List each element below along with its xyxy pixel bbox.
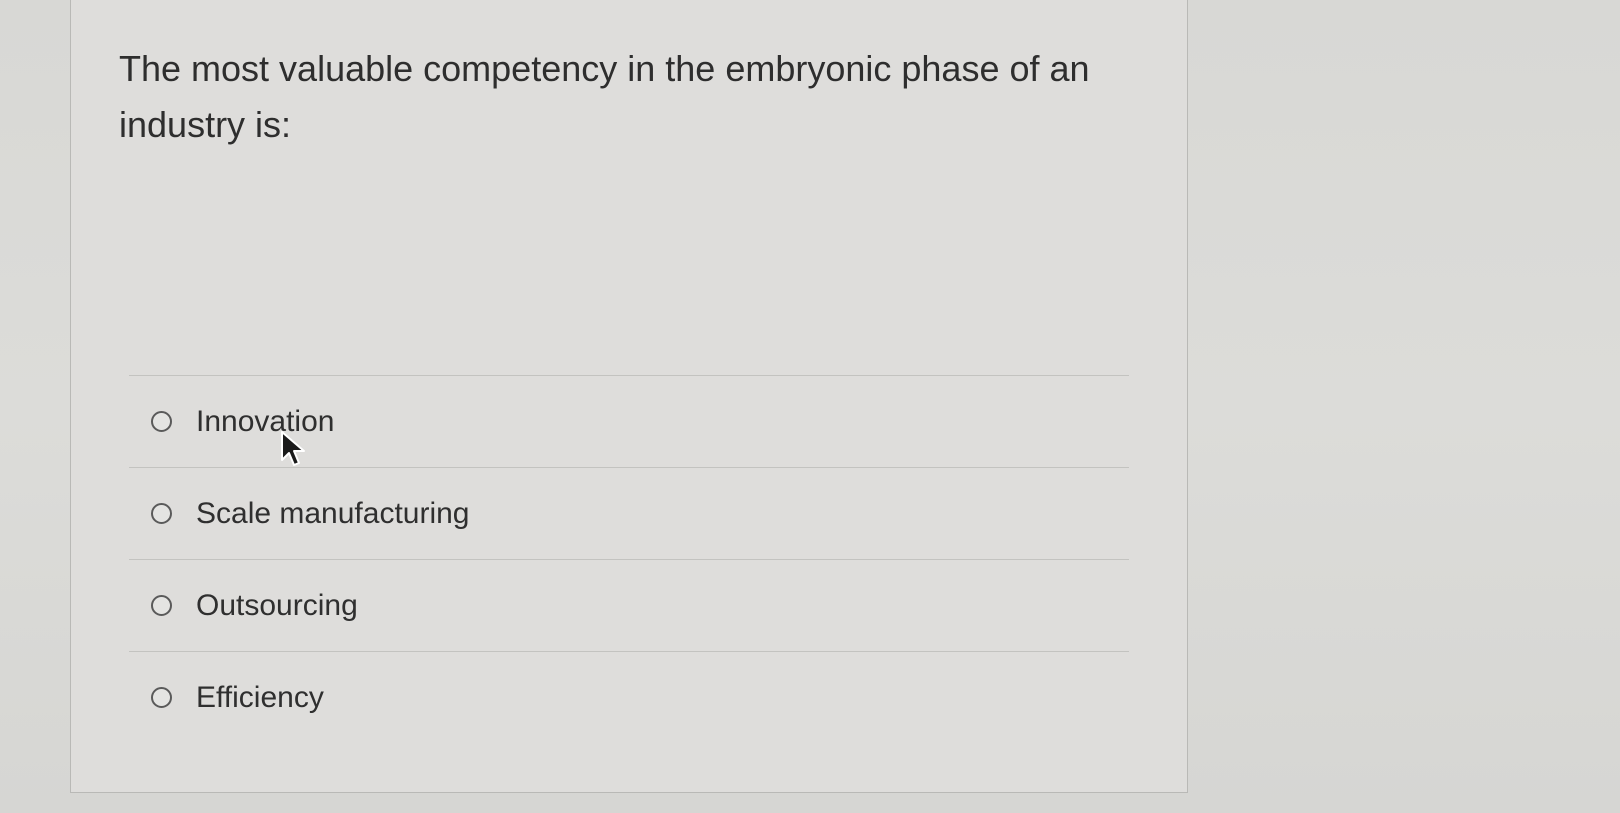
radio-circle-icon[interactable] — [151, 503, 172, 524]
answer-options: Innovation Scale manufacturing Outsourci… — [129, 375, 1129, 743]
option-label: Efficiency — [196, 680, 324, 714]
mouse-pointer-icon — [281, 431, 305, 466]
screen: The most valuable competency in the embr… — [0, 0, 1620, 813]
question-card: The most valuable competency in the embr… — [70, 0, 1188, 793]
option-innovation[interactable]: Innovation — [129, 376, 1129, 467]
radio-circle-icon[interactable] — [151, 595, 172, 616]
option-efficiency[interactable]: Efficiency — [129, 652, 1129, 743]
option-label: Scale manufacturing — [196, 496, 470, 530]
radio-circle-icon[interactable] — [151, 411, 172, 432]
option-scale-manufacturing[interactable]: Scale manufacturing — [129, 468, 1129, 559]
radio-circle-icon[interactable] — [151, 687, 172, 708]
option-label: Outsourcing — [196, 588, 358, 622]
option-label: Innovation — [196, 404, 335, 438]
option-outsourcing[interactable]: Outsourcing — [129, 560, 1129, 651]
question-text: The most valuable competency in the embr… — [119, 48, 1090, 145]
